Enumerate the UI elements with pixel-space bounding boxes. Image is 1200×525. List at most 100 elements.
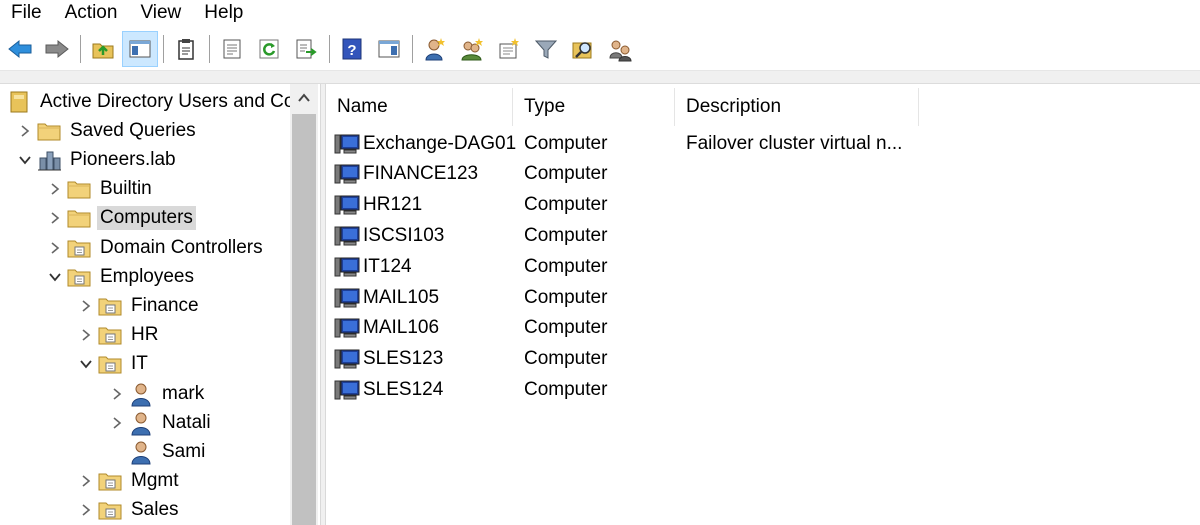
cell-name: Exchange-DAG01 (334, 133, 516, 155)
tree-item-it[interactable]: IT (75, 350, 151, 379)
list-header: Name Type Description (326, 88, 919, 126)
show-hide-tree-icon[interactable] (122, 30, 158, 67)
toolbar-separator (163, 34, 164, 63)
chevron-right-icon[interactable] (44, 204, 66, 233)
chevron-right-icon[interactable] (44, 233, 66, 262)
find-icon[interactable] (565, 31, 601, 67)
tree-item-label: Domain Controllers (100, 236, 263, 258)
tree-item-saved-queries[interactable]: Saved Queries (14, 116, 199, 145)
tree-item-pioneers-lab[interactable]: Pioneers.lab (14, 145, 179, 174)
tree-item-computers[interactable]: Computers (44, 204, 196, 233)
refresh-icon[interactable] (251, 31, 287, 67)
properties-icon[interactable] (214, 31, 250, 67)
tree-item-label: IT (131, 353, 148, 375)
list-item[interactable]: MAIL106 Computer (334, 313, 918, 344)
tree-item-sami[interactable]: Sami (106, 437, 208, 466)
chevron-right-icon[interactable] (75, 321, 97, 350)
computer-name: Exchange-DAG01 (363, 132, 517, 154)
chevron-right-icon[interactable] (106, 379, 128, 408)
scroll-thumb[interactable] (292, 114, 316, 525)
clipboard-icon[interactable] (168, 31, 204, 67)
computer-icon (334, 317, 360, 339)
organizational-unit-icon (97, 498, 123, 522)
delegate-icon[interactable] (602, 31, 638, 67)
column-header-type[interactable]: Type (513, 88, 675, 126)
computer-icon (334, 348, 360, 370)
tree-item-domain-controllers[interactable]: Domain Controllers (44, 233, 266, 262)
chevron-right-icon[interactable] (75, 496, 97, 525)
computer-icon (334, 194, 360, 216)
list-item[interactable]: Exchange-DAG01 Computer Failover cluster v… (334, 128, 918, 159)
chevron-down-icon[interactable] (44, 262, 66, 291)
menu-file[interactable]: File (0, 0, 54, 25)
tree-item-sales[interactable]: Sales (75, 496, 182, 525)
export-list-icon[interactable] (288, 31, 324, 67)
menu-help[interactable]: Help (193, 0, 255, 25)
tree-item-builtin[interactable]: Builtin (44, 175, 155, 204)
list-item[interactable]: ISCSI103 Computer (334, 220, 918, 251)
chevron-right-icon[interactable] (75, 467, 97, 496)
toolbar-separator (329, 34, 330, 63)
tree-item-label: Natali (162, 411, 211, 433)
chevron-right-icon[interactable] (75, 291, 97, 320)
menu-action[interactable]: Action (54, 0, 130, 25)
menu-bar: File Action View Help (0, 0, 1200, 25)
tree-item-natali[interactable]: Natali (106, 408, 214, 437)
scroll-up-arrow-icon[interactable] (290, 84, 318, 112)
forward-arrow-icon[interactable] (39, 31, 75, 67)
tree-item-mgmt[interactable]: Mgmt (75, 467, 182, 496)
user-icon (128, 440, 154, 465)
tree-scrollbar[interactable] (290, 84, 318, 525)
cell-name: MAIL105 (334, 287, 516, 309)
tree-item-label: Active Directory Users and Co (40, 90, 295, 112)
tree-item-label: Finance (131, 294, 199, 316)
cell-name: IT124 (334, 256, 516, 278)
new-group-icon[interactable] (454, 31, 490, 67)
tree-item-finance[interactable]: Finance (75, 291, 202, 320)
menu-view[interactable]: View (129, 0, 193, 25)
filter-icon[interactable] (528, 31, 564, 67)
console-view-icon[interactable] (371, 31, 407, 67)
column-header-description[interactable]: Description (675, 88, 919, 126)
column-header-name[interactable]: Name (326, 88, 513, 126)
cell-description: Failover cluster virtual n... (686, 132, 903, 154)
list-item[interactable]: SLES123 Computer (334, 344, 918, 375)
list-item[interactable]: MAIL105 Computer (334, 282, 918, 313)
list-item[interactable]: IT124 Computer (334, 251, 918, 282)
tree-item-label: Computers (97, 206, 196, 231)
list-item[interactable]: FINANCE123 Computer (334, 159, 918, 190)
cell-name: SLES124 (334, 379, 516, 401)
toolbar: ? (0, 27, 1200, 71)
cell-type: Computer (524, 348, 608, 370)
tree-item-label: Sales (131, 499, 179, 521)
console-tree: Active Directory Users and Co Saved Queri… (0, 84, 320, 525)
chevron-right-icon[interactable] (106, 408, 128, 437)
organizational-unit-icon (66, 265, 92, 289)
user-icon (128, 382, 154, 406)
new-ou-icon[interactable] (491, 31, 527, 67)
tree-item-label: Builtin (100, 178, 152, 200)
back-arrow-icon[interactable] (2, 31, 38, 67)
up-folder-icon[interactable] (85, 31, 121, 67)
tree-item-label: HR (131, 324, 159, 346)
chevron-right-icon[interactable] (44, 175, 66, 204)
toolbar-separator (412, 34, 413, 63)
computer-icon (334, 133, 360, 155)
list-item[interactable]: SLES124 Computer (334, 374, 918, 405)
tree-item-employees[interactable]: Employees (44, 262, 197, 291)
chevron-down-icon[interactable] (75, 350, 97, 379)
chevron-down-icon[interactable] (14, 145, 36, 174)
organizational-unit-icon (97, 469, 123, 493)
tree-item-active-directory-users-and-co[interactable]: Active Directory Users and Co (6, 87, 297, 116)
folder-icon (66, 177, 92, 201)
chevron-right-icon[interactable] (14, 116, 36, 145)
tree-item-label: Sami (162, 440, 206, 462)
tree-item-mark[interactable]: mark (106, 379, 207, 408)
help-icon[interactable]: ? (334, 31, 370, 67)
organizational-unit-icon (97, 294, 123, 318)
new-user-icon[interactable] (417, 31, 453, 67)
list-item[interactable]: HR121 Computer (334, 190, 918, 221)
computer-name: SLES123 (363, 348, 444, 370)
tree-item-hr[interactable]: HR (75, 321, 161, 350)
